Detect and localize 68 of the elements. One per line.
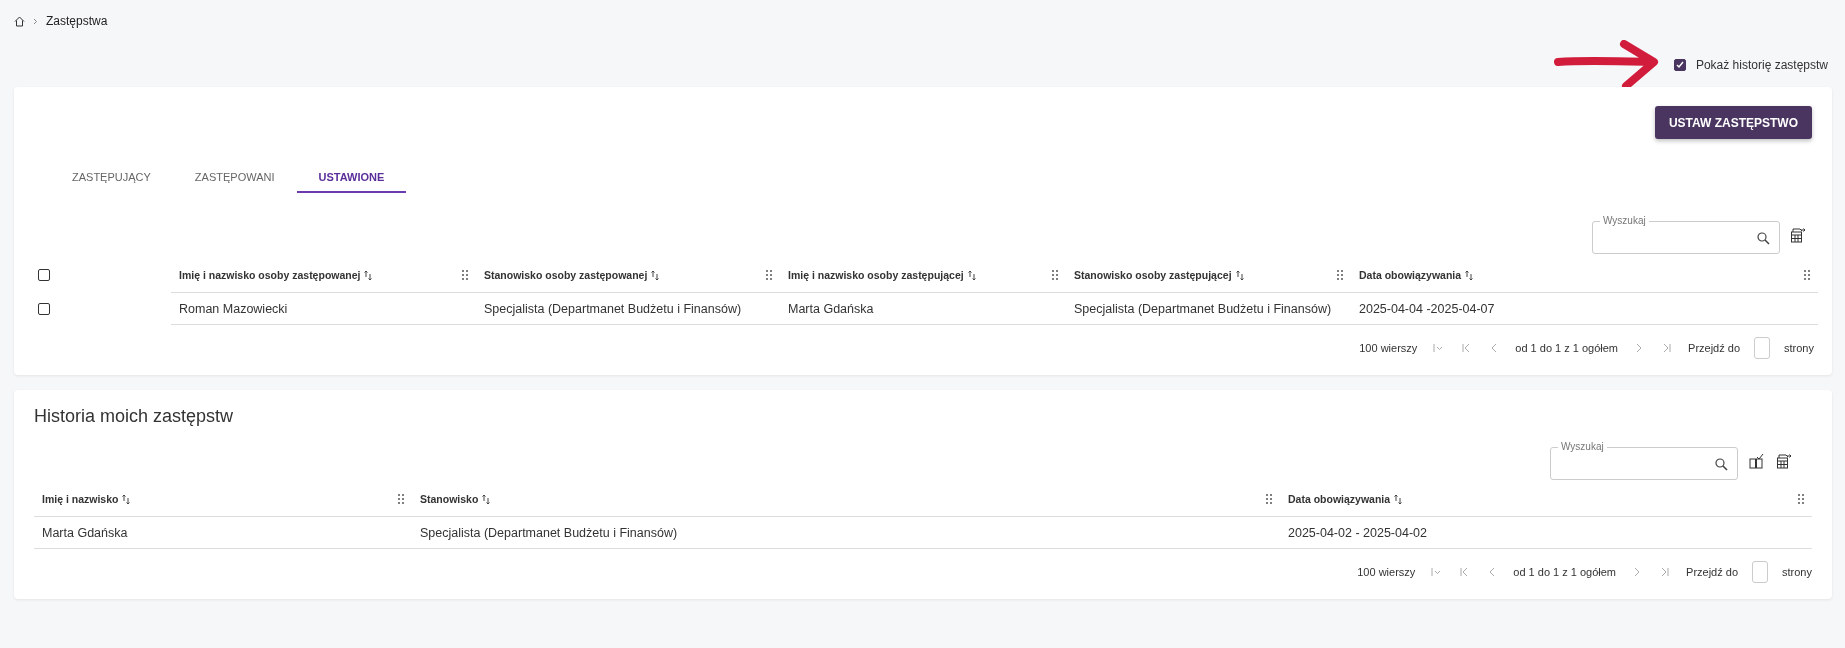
drag-handle-icon[interactable] <box>398 494 404 504</box>
table-cell: 2025-04-04 -2025-04-07 <box>1351 293 1818 325</box>
search-field[interactable]: Wyszukaj <box>1592 215 1780 254</box>
drag-handle-icon[interactable] <box>1798 494 1804 504</box>
checkbox[interactable] <box>38 269 50 281</box>
sort-icon[interactable] <box>122 493 131 505</box>
goto-suffix: strony <box>1784 342 1814 354</box>
table-cell: Marta Gdańska <box>34 517 412 549</box>
checkbox-label[interactable]: Pokaż historię zastępstw <box>1695 57 1828 72</box>
column-title: Imię i nazwisko <box>42 493 119 505</box>
set-substitution-button[interactable]: USTAW ZASTĘPSTWO <box>1654 106 1812 139</box>
home-icon[interactable] <box>14 15 25 27</box>
page-input[interactable] <box>1752 561 1769 583</box>
drag-handle-icon[interactable] <box>1052 270 1058 280</box>
search-icon[interactable] <box>1757 231 1770 245</box>
goto-label: Przejdź do <box>1686 566 1739 578</box>
column-title: Stanowisko <box>420 493 479 505</box>
tab[interactable]: USTAWIONE <box>296 163 407 193</box>
column-header[interactable]: Imię i nazwisko osoby zastępującej <box>780 258 1066 293</box>
table-cell: Marta Gdańska <box>780 293 1066 325</box>
breadcrumb-item[interactable]: Zastępstwa <box>46 14 108 28</box>
drag-handle-icon[interactable] <box>1804 270 1810 280</box>
section-title: Historia moich zastępstw <box>34 406 235 427</box>
sort-icon[interactable] <box>651 269 660 281</box>
column-title: Imię i nazwisko osoby zastępowanej <box>179 269 361 281</box>
drag-handle-icon[interactable] <box>1337 270 1343 280</box>
column-header[interactable]: Imię i nazwisko osoby zastępowanej <box>171 258 476 293</box>
checkbox[interactable] <box>1673 58 1686 71</box>
sort-icon[interactable] <box>482 493 491 505</box>
column-title: Data obowiązywania <box>1359 269 1462 281</box>
sort-icon[interactable] <box>1235 269 1244 281</box>
tab[interactable]: ZASTĘPUJĄCY <box>50 163 173 193</box>
table-cell: Specjalista (Departmanet Budżetu i Finansów) <box>476 293 780 325</box>
tab[interactable]: ZASTĘPOWANI <box>172 163 297 193</box>
column-title: Imię i nazwisko osoby zastępującej <box>788 269 964 281</box>
chevron-icon <box>33 17 38 25</box>
column-header[interactable]: Stanowisko osoby zastępującej <box>1066 258 1351 293</box>
sort-icon[interactable] <box>364 269 373 281</box>
column-title: Data obowiązywania <box>1288 493 1391 505</box>
drag-handle-icon[interactable] <box>766 270 772 280</box>
drag-handle-icon[interactable] <box>462 270 468 280</box>
goto-label: Przejdź do <box>1688 342 1741 354</box>
sort-icon[interactable] <box>1465 269 1474 281</box>
rows-per-page[interactable]: 100 wierszy <box>1359 342 1418 354</box>
sort-icon[interactable] <box>1394 493 1403 505</box>
column-title: Stanowisko osoby zastępującej <box>1074 269 1232 281</box>
rows-per-page[interactable]: 100 wierszy <box>1357 566 1416 578</box>
table-cell: Roman Mazowiecki <box>171 293 476 325</box>
page-range: od 1 do 1 z 1 ogółem <box>1513 566 1617 578</box>
drag-handle-icon[interactable] <box>1266 494 1272 504</box>
page-input[interactable] <box>1754 337 1771 359</box>
column-title: Stanowisko osoby zastępowanej <box>484 269 648 281</box>
checkbox[interactable] <box>38 303 50 315</box>
column-header[interactable]: Data obowiązywania <box>1351 258 1818 293</box>
sort-icon[interactable] <box>967 269 976 281</box>
table-cell: Specjalista (Departmanet Budżetu i Finansów) <box>1066 293 1351 325</box>
page-range: od 1 do 1 z 1 ogółem <box>1515 342 1619 354</box>
column-header[interactable]: Data obowiązywania <box>1280 482 1812 517</box>
column-header[interactable]: Imię i nazwisko <box>34 482 412 517</box>
table-cell: Specjalista (Departmanet Budżetu i Finansów) <box>412 517 1280 549</box>
search-label: Wyszukaj <box>1600 215 1649 227</box>
table-cell: 2025-04-02 - 2025-04-02 <box>1280 517 1812 549</box>
search-label: Wyszukaj <box>1558 441 1607 453</box>
search-icon[interactable] <box>1715 457 1728 471</box>
column-header[interactable]: Stanowisko <box>412 482 1280 517</box>
goto-suffix: strony <box>1782 566 1812 578</box>
search-field[interactable]: Wyszukaj <box>1550 441 1738 480</box>
column-header[interactable]: Stanowisko osoby zastępowanej <box>476 258 780 293</box>
